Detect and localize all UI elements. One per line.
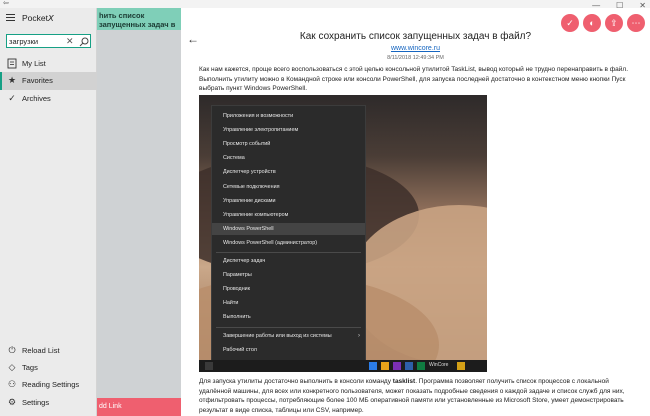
taskbar-label: WinCore <box>429 362 449 368</box>
article-intro: Как нам кажется, проще всего воспользова… <box>199 66 628 92</box>
paragraph-text: Для запуска утилиты достаточно выполнить… <box>199 378 393 385</box>
context-menu-item[interactable]: Параметры <box>212 269 365 281</box>
sidebar-item-settings[interactable]: ⚙ Settings <box>0 394 97 412</box>
add-link-label: dd Link <box>99 403 122 410</box>
app-icon <box>457 362 465 370</box>
context-menu-item-label: Просмотр событий <box>223 141 271 148</box>
context-menu-item-label: Параметры <box>223 272 252 279</box>
context-menu-item-label: Завершение работы или выход из системы <box>223 332 332 339</box>
add-link-button[interactable]: dd Link <box>97 398 181 416</box>
context-menu-item[interactable]: Приложения и возможности <box>212 110 365 122</box>
tag-icon: ◇ <box>8 362 16 372</box>
context-menu-item[interactable]: Управление дисками <box>212 195 365 207</box>
sidebar: Pocket𝘟 ✕ My List ★ Favorites ✓ Archives… <box>0 8 97 416</box>
context-menu-item-label: Управление электропитанием <box>223 127 299 134</box>
search-input[interactable] <box>9 36 65 46</box>
title-bar: ⇦ — ☐ ✕ <box>0 0 650 10</box>
context-menu-item-label: Управление дисками <box>223 197 276 204</box>
sidebar-item-favorites[interactable]: ★ Favorites <box>0 72 97 90</box>
list-overlay <box>97 30 181 398</box>
sidebar-item-reload-list[interactable]: ⏻ Reload List <box>0 342 97 360</box>
gear-icon: ⚙ <box>7 397 17 407</box>
list-item-title: hить список запущенных задач в файл? <box>99 11 176 30</box>
context-menu-item-label: Рабочий стол <box>223 346 257 353</box>
sidebar-item-my-list[interactable]: My List <box>0 55 97 73</box>
context-menu-item[interactable]: Просмотр событий <box>212 138 365 150</box>
search-icon <box>205 362 213 370</box>
context-menu-item-label: Windows PowerShell (администратор) <box>223 239 318 246</box>
article-paragraph-2: Для запуска утилиты достаточно выполнить… <box>199 377 629 415</box>
context-menu-item[interactable]: Найти <box>212 297 365 309</box>
context-menu-item[interactable]: Диспетчер устройств <box>212 166 365 178</box>
context-menu-item[interactable]: Диспетчер задач <box>212 255 365 267</box>
sidebar-item-tags[interactable]: ◇ Tags <box>0 359 97 377</box>
context-menu-item-label: Проводник <box>223 286 251 293</box>
context-menu-item-label: Система <box>223 155 245 162</box>
context-menu-item-label: Сетевые подключения <box>223 183 280 190</box>
share-button[interactable]: ⇪ <box>605 14 623 32</box>
context-menu-item-label: Windows PowerShell <box>223 225 274 232</box>
context-menu-item-label: Управление компьютером <box>223 211 289 218</box>
command-name: tasklist <box>392 378 416 385</box>
clear-search-icon[interactable]: ✕ <box>66 35 74 47</box>
context-menu-item[interactable]: Система <box>212 152 365 164</box>
app-name: Pocket𝘟 <box>22 13 54 23</box>
context-menu-item[interactable]: Управление электропитанием <box>212 124 365 136</box>
excel-icon <box>417 362 425 370</box>
context-menu-item[interactable]: Завершение работы или выход из системы › <box>212 330 365 342</box>
context-menu-item-label: Найти <box>223 300 239 307</box>
sidebar-item-label: Tags <box>22 363 38 372</box>
context-menu-item[interactable]: Выполнить <box>212 311 365 323</box>
window-back-icon[interactable]: ⇦ <box>3 0 9 7</box>
sidebar-item-label: My List <box>22 59 46 68</box>
sidebar-item-label: Archives <box>22 94 51 103</box>
more-button[interactable]: ⋯ <box>627 14 645 32</box>
menu-separator <box>216 326 361 328</box>
onenote-icon <box>393 362 401 370</box>
app-icon <box>369 362 377 370</box>
sidebar-item-reading-settings[interactable]: ⚇ Reading Settings <box>0 376 97 394</box>
sidebar-item-label: Reload List <box>22 346 60 355</box>
people-icon: ⚇ <box>7 379 17 389</box>
hamburger-menu-icon[interactable] <box>6 14 15 22</box>
context-menu-item-label: Диспетчер задач <box>223 258 266 264</box>
article-pane: ← ✓ ◐ ⇪ ⋯ Как сохранить список запущенны… <box>181 8 650 416</box>
sidebar-item-label: Settings <box>22 398 50 407</box>
chevron-right-icon: › <box>358 332 360 339</box>
sidebar-item-label: Favorites <box>22 76 53 85</box>
list-item-card[interactable]: hить список запущенных задач в файл? <box>97 8 181 30</box>
archive-button[interactable]: ✓ <box>561 14 579 32</box>
power-icon: ⏻ <box>8 345 16 355</box>
list-icon <box>7 58 17 69</box>
star-icon: ★ <box>7 75 17 85</box>
context-menu: Приложения и возможности Управление элект… <box>211 105 366 361</box>
article-image: Приложения и возможности Управление элект… <box>199 95 487 372</box>
search-icon[interactable] <box>79 37 89 47</box>
context-menu-item-label: Диспетчер устройств <box>223 169 276 176</box>
check-icon: ✓ <box>8 93 16 103</box>
sidebar-item-label: Reading Settings <box>22 380 80 389</box>
folder-icon <box>381 362 389 370</box>
context-menu-item[interactable]: Windows PowerShell <box>212 222 365 235</box>
context-menu-item[interactable]: Windows PowerShell (администратор) <box>212 237 365 249</box>
context-menu-item-label: Выполнить <box>223 314 251 321</box>
sidebar-item-archives[interactable]: ✓ Archives <box>0 90 97 108</box>
sidebar-header: Pocket𝘟 <box>0 8 97 30</box>
taskbar: WinCore <box>199 360 487 372</box>
context-menu-item[interactable]: Сетевые подключения <box>212 181 365 193</box>
context-menu-item-label: Приложения и возможности <box>223 113 294 119</box>
search-field: ✕ <box>6 34 91 48</box>
theme-button[interactable]: ◐ <box>583 14 601 32</box>
article-source-link[interactable]: www.wincore.ru <box>181 45 650 52</box>
context-menu-item[interactable]: Проводник <box>212 283 365 295</box>
menu-separator <box>216 252 361 253</box>
word-icon <box>405 362 413 370</box>
context-menu-item[interactable]: Рабочий стол <box>212 344 365 356</box>
article-date: 8/11/2018 12:49:34 PM <box>387 55 444 61</box>
article-title: Как сохранить список запущенных задач в … <box>299 31 532 42</box>
context-menu-item[interactable]: Управление компьютером <box>212 209 365 221</box>
